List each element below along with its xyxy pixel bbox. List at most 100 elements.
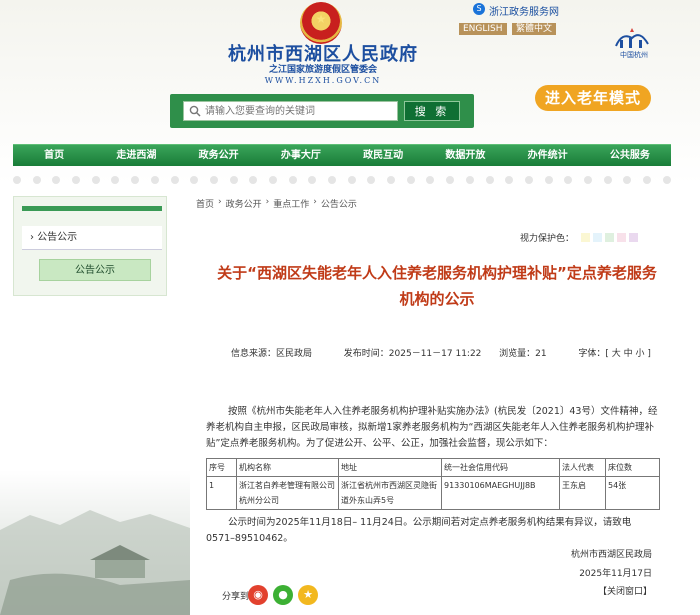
article-body: 按照《杭州市失能老年人入住养老服务机构护理补贴实施办法》(杭民发〔2021〕43… bbox=[206, 406, 658, 449]
divider-dot bbox=[465, 176, 474, 184]
institution-table: 序号 机构名称 地址 统一社会信用代码 法人代表 床位数 1 浙江茗白养老管理有… bbox=[206, 458, 660, 510]
divider-dot bbox=[131, 176, 140, 184]
table-cell: 1 bbox=[206, 476, 237, 510]
divider-dot bbox=[150, 176, 159, 184]
nav-item-service-hall[interactable]: 办事大厅 bbox=[260, 145, 342, 166]
divider-dot bbox=[249, 176, 258, 184]
english-button[interactable]: ENGLISH bbox=[459, 23, 507, 35]
divider-dot bbox=[583, 176, 592, 184]
site-subtitle: 之江国家旅游度假区管委会 bbox=[268, 65, 377, 75]
divider-dot bbox=[91, 176, 100, 184]
vision-swatch-green[interactable] bbox=[605, 233, 614, 242]
divider-dot bbox=[367, 176, 376, 184]
qzone-share-icon[interactable]: ★ bbox=[298, 585, 318, 605]
nav-item-statistics[interactable]: 办件统计 bbox=[507, 145, 589, 166]
divider-dot bbox=[643, 176, 651, 184]
search-icon bbox=[189, 105, 201, 117]
divider-dot bbox=[190, 176, 199, 184]
nav-item-gov-affairs[interactable]: 政务公开 bbox=[178, 145, 260, 166]
sidebar-header-bar bbox=[22, 206, 162, 211]
nav-item-open-data[interactable]: 数据开放 bbox=[424, 145, 506, 166]
scenery-image bbox=[0, 470, 190, 615]
views-value: 21 bbox=[535, 349, 547, 359]
divider-dot bbox=[209, 176, 218, 184]
breadcrumb-announcements[interactable]: 公告公示 bbox=[321, 197, 357, 210]
vision-swatch-purple[interactable] bbox=[629, 233, 638, 242]
divider-dot bbox=[564, 176, 573, 184]
table-cell: 91330106MAEGHUJJ8B bbox=[441, 476, 560, 510]
table-header-row: 序号 机构名称 地址 统一社会信用代码 法人代表 床位数 bbox=[206, 458, 660, 477]
nav-item-home[interactable]: 首页 bbox=[13, 145, 95, 166]
wechat-share-icon[interactable]: ● bbox=[273, 585, 293, 605]
nav-item-public-service[interactable]: 公共服务 bbox=[589, 145, 671, 166]
site-url: WWW.HZXH.GOV.CN bbox=[264, 76, 382, 85]
divider-dot bbox=[170, 176, 179, 184]
divider-dot bbox=[544, 176, 553, 184]
table-cell: 王东启 bbox=[559, 476, 606, 510]
sidebar-item-label: 公告公示 bbox=[37, 232, 78, 243]
breadcrumb-gov-affairs[interactable]: 政务公开 bbox=[226, 197, 262, 210]
close-window-button[interactable]: 【关闭窗口】 bbox=[560, 584, 652, 597]
divider-dot bbox=[52, 176, 61, 184]
table-row: 1 浙江茗白养老管理有限公司杭州分公司 浙江省杭州市西湖区灵隐街道外东山弄5号 … bbox=[206, 476, 660, 510]
signature-org: 杭州市西湖区民政局 bbox=[570, 550, 652, 560]
article-meta: 信息来源：区民政局 发布时间：2025－11－17 11:22 浏览量：21 字… bbox=[231, 346, 651, 359]
breadcrumb-separator: › bbox=[218, 197, 222, 207]
vision-swatch-yellow[interactable] bbox=[581, 233, 590, 242]
breadcrumb-key-work[interactable]: 重点工作 bbox=[273, 197, 309, 210]
sidebar-announcements-button[interactable]: 公告公示 bbox=[39, 259, 151, 281]
article-title: 关于“西湖区失能老年人入住养老服务机构护理补贴”定点养老服务机构的公示 bbox=[217, 264, 657, 308]
table-cell: 浙江省杭州市西湖区灵隐街道外东山弄5号 bbox=[338, 476, 442, 510]
search-button[interactable]: 搜 索 bbox=[404, 101, 460, 121]
divider-dot bbox=[662, 176, 671, 184]
nav-item-about-xihu[interactable]: 走进西湖 bbox=[95, 145, 177, 166]
font-size-control[interactable]: 字体：[ 大 中 小 ] bbox=[578, 349, 650, 359]
divider-dot bbox=[268, 176, 277, 184]
divider-dot bbox=[328, 176, 336, 184]
table-cell: 浙江茗白养老管理有限公司杭州分公司 bbox=[236, 476, 339, 510]
emblem-star-icon: ★ bbox=[315, 12, 327, 26]
publish-time-label: 发布时间： bbox=[343, 349, 389, 359]
sidebar-item-announcements[interactable]: › 公告公示 bbox=[22, 226, 162, 250]
divider-dot bbox=[288, 176, 297, 184]
nav-item-interaction[interactable]: 政民互动 bbox=[342, 145, 424, 166]
divider-dot bbox=[229, 176, 238, 184]
divider-dot bbox=[623, 176, 632, 184]
vision-swatch-pink[interactable] bbox=[617, 233, 626, 242]
decorative-divider bbox=[13, 176, 671, 184]
search-input[interactable] bbox=[205, 101, 395, 121]
breadcrumb-home[interactable]: 首页 bbox=[196, 197, 214, 210]
divider-dot bbox=[72, 176, 81, 184]
hangzhou-city-logo-text: 中国杭州 bbox=[620, 51, 648, 59]
divider-dot bbox=[111, 176, 120, 184]
divider-dot bbox=[406, 176, 415, 184]
views-label: 浏览量： bbox=[499, 349, 536, 359]
weibo-share-icon[interactable]: ◉ bbox=[248, 585, 268, 605]
zhejiang-service-icon[interactable]: S bbox=[473, 3, 485, 15]
signature-date: 2025年11月17日 bbox=[579, 569, 652, 579]
divider-dot bbox=[347, 176, 356, 184]
divider-dot bbox=[485, 176, 494, 184]
divider-dot bbox=[446, 176, 455, 184]
traditional-chinese-button[interactable]: 繁體中文 bbox=[512, 23, 557, 35]
divider-dot bbox=[524, 176, 533, 184]
breadcrumb-separator: › bbox=[313, 197, 317, 207]
publish-time-value: 2025－11－17 11:22 bbox=[388, 349, 482, 359]
source-value: 区民政局 bbox=[276, 349, 313, 359]
table-header-cell: 床位数 bbox=[605, 458, 660, 477]
vision-swatch-blue[interactable] bbox=[593, 233, 602, 242]
table-header-cell: 序号 bbox=[206, 458, 237, 477]
elder-mode-button[interactable]: 进入老年模式 bbox=[535, 85, 651, 111]
zhejiang-service-link[interactable]: 浙江政务服务网 bbox=[489, 3, 559, 18]
divider-dot bbox=[603, 176, 612, 184]
divider-dot bbox=[32, 176, 41, 184]
breadcrumb-separator: › bbox=[265, 197, 270, 207]
breadcrumb: 首页 › 政务公开 › 重点工作 › 公告公示 bbox=[196, 197, 357, 210]
divider-dot bbox=[505, 176, 514, 184]
table-header-cell: 统一社会信用代码 bbox=[441, 458, 560, 477]
table-header-cell: 法人代表 bbox=[559, 458, 606, 477]
source-label: 信息来源： bbox=[231, 349, 277, 359]
chevron-right-icon: › bbox=[30, 232, 34, 243]
table-header-cell: 机构名称 bbox=[236, 458, 339, 477]
table-cell: 54张 bbox=[605, 476, 660, 510]
